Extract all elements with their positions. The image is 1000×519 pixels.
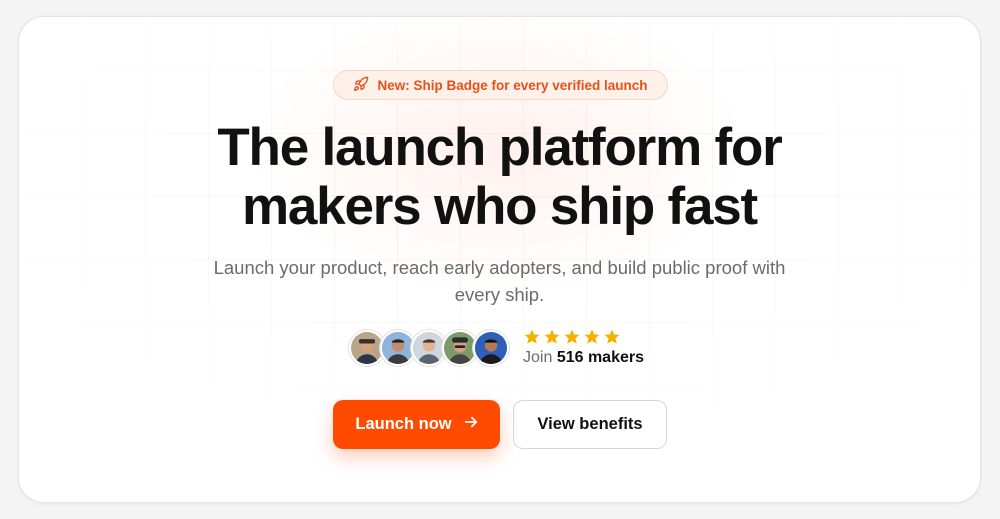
subtitle-line-1: Launch your product, reach early adopter… bbox=[213, 257, 786, 278]
hero-subtitle: Launch your product, reach early adopter… bbox=[179, 254, 820, 308]
headline-line-2: makers who ship fast bbox=[241, 177, 758, 236]
badge-text: New: Ship Badge for every verified launc… bbox=[377, 77, 648, 93]
announcement-badge[interactable]: New: Ship Badge for every verified launc… bbox=[333, 70, 668, 100]
hero-card: New: Ship Badge for every verified launc… bbox=[18, 16, 981, 503]
view-benefits-button[interactable]: View benefits bbox=[513, 400, 667, 449]
page-title: The launch platform for makers who ship … bbox=[19, 118, 980, 236]
headline-line-1: The launch platform for bbox=[217, 118, 782, 177]
join-prefix: Join bbox=[523, 349, 553, 366]
rating-block: Join 516 makers bbox=[523, 328, 644, 367]
view-benefits-label: View benefits bbox=[537, 415, 643, 433]
star-rating bbox=[523, 328, 644, 346]
maker-count: 516 makers bbox=[556, 349, 644, 366]
launch-now-button[interactable]: Launch now bbox=[333, 400, 500, 449]
star-icon bbox=[524, 329, 540, 344]
avatar-stack bbox=[349, 329, 509, 366]
star-icon bbox=[604, 329, 620, 344]
rocket-icon bbox=[353, 76, 369, 95]
launch-now-label: Launch now bbox=[355, 415, 452, 433]
social-proof: Join 516 makers bbox=[349, 328, 644, 367]
star-icon bbox=[564, 329, 580, 344]
star-icon bbox=[544, 329, 560, 344]
join-count: Join 516 makers bbox=[523, 349, 644, 367]
avatar bbox=[473, 329, 509, 366]
arrow-right-icon bbox=[464, 415, 478, 434]
star-icon bbox=[584, 329, 600, 344]
subtitle-line-2: every ship. bbox=[454, 284, 545, 305]
